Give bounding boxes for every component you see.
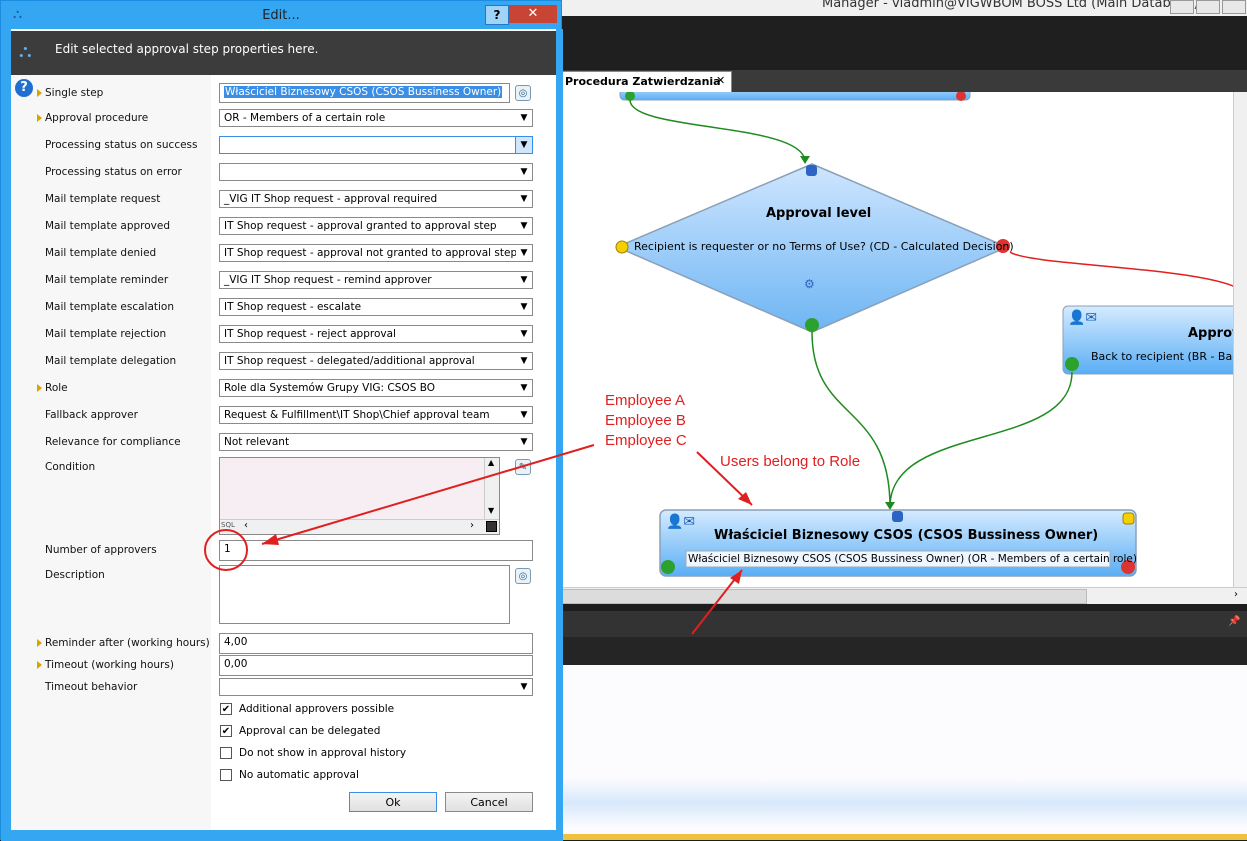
employee-arrow-head: [262, 534, 279, 545]
employee-arrow-line: [261, 444, 595, 545]
annotation-employee-b: Employee B: [605, 412, 686, 429]
number-of-approvers-circle: [204, 529, 248, 571]
annotation-users-belong: Users belong to Role: [720, 453, 861, 470]
annotation-employee-c: Employee C: [605, 432, 687, 449]
annotation-employee-a: Employee A: [605, 392, 686, 409]
